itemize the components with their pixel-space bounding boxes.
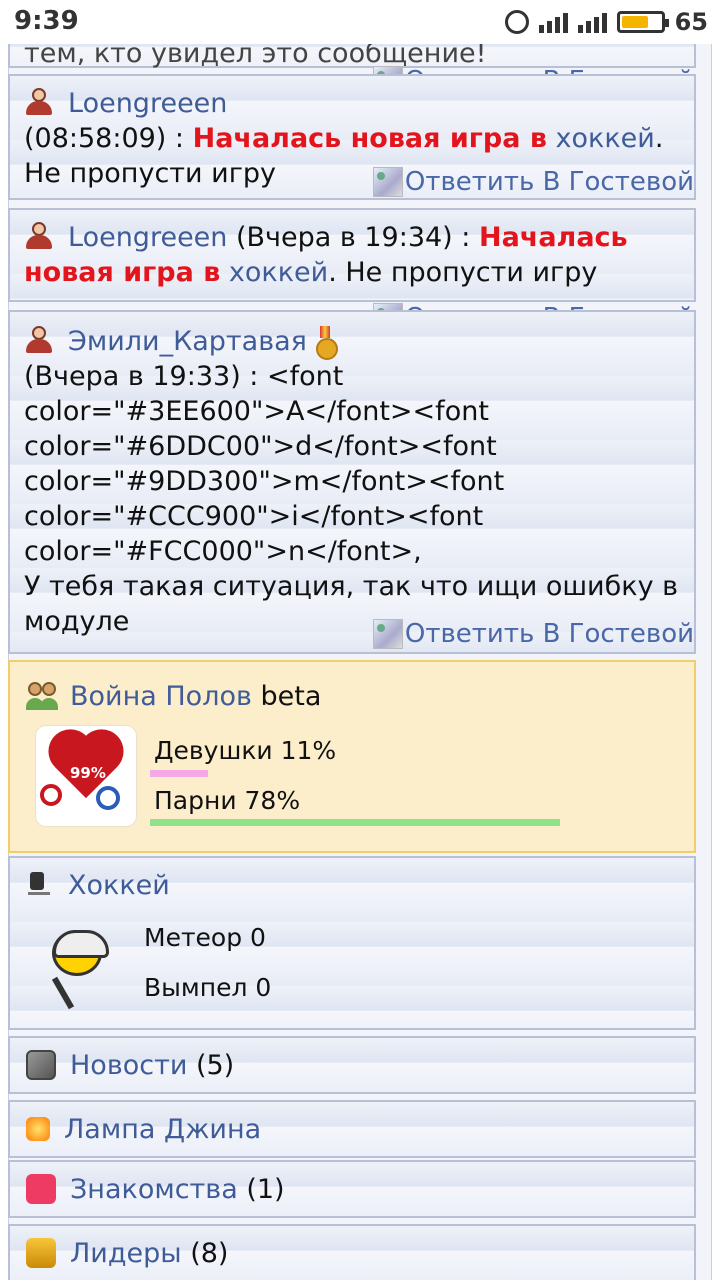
status-icons: 65 xyxy=(504,6,708,38)
post-line: color="#9DD300">m</font><font xyxy=(24,466,505,497)
reply-link[interactable]: Ответить В Гостевой xyxy=(372,619,694,649)
gender-war-title: Война Полов beta xyxy=(26,680,321,712)
group-icon xyxy=(26,680,60,710)
hockey-player-icon xyxy=(30,928,120,1010)
status-time: 9:39 xyxy=(14,6,79,36)
gender-heart-image: 99% xyxy=(36,726,136,826)
menu-item-lamp[interactable]: Лампа Джина xyxy=(8,1100,696,1158)
user-nick-link[interactable]: Loengreeen xyxy=(68,222,227,253)
boys-stat: Парни 78% xyxy=(154,786,301,815)
status-bar: 9:39 65 xyxy=(0,0,720,44)
guestbook-post: Эмили_Картавая (Вчера в 19:33) : <font c… xyxy=(8,310,696,654)
gender-war-panel: Война Полов beta 99% Девушки 11% Парни 7… xyxy=(8,660,696,853)
skate-icon xyxy=(26,870,52,898)
reply-link-label: Ответить В Гостевой xyxy=(404,167,694,197)
user-nick-link[interactable]: Эмили_Картавая xyxy=(68,326,307,357)
alarm-icon xyxy=(504,10,529,34)
team-score: Метеор 0 xyxy=(144,923,266,952)
menu-count: (1) xyxy=(246,1173,285,1205)
signal-icon xyxy=(538,11,568,33)
lamp-icon xyxy=(26,1117,50,1141)
post-line: (Вчера в 19:33) : <font xyxy=(24,361,344,392)
post-red-text: Началась новая игра в xyxy=(192,123,547,154)
battery-level: 65 xyxy=(674,8,708,36)
menu-item-news[interactable]: Новости (5) xyxy=(8,1036,696,1094)
game-link[interactable]: хоккей xyxy=(229,257,328,288)
post-line: color="#FCC000">n</font>, xyxy=(24,536,422,567)
post-line: color="#CCC900">i</font><font xyxy=(24,501,484,532)
broken-image-icon xyxy=(372,167,403,197)
game-link[interactable]: хоккей xyxy=(556,123,655,154)
hockey-title: Хоккей xyxy=(26,868,170,903)
female-symbol-icon xyxy=(40,784,62,806)
hockey-panel: Хоккей Метеор 0 Вымпел 0 xyxy=(8,856,696,1030)
post-line: color="#3EE600">A</font><font xyxy=(24,396,489,427)
user-avatar-icon xyxy=(24,324,54,354)
user-nick-link[interactable]: Loengreeen xyxy=(68,88,227,119)
post-time: (08:58:09) : xyxy=(24,123,193,154)
menu-label[interactable]: Лидеры xyxy=(70,1236,182,1271)
signal-icon-2 xyxy=(577,11,607,33)
menu-label[interactable]: Знакомства xyxy=(70,1172,238,1207)
post-tail: . Не пропусти игру xyxy=(328,257,598,288)
menu-count: (8) xyxy=(190,1237,229,1269)
heart-percent: 99% xyxy=(70,764,106,782)
beta-badge: beta xyxy=(260,681,322,712)
menu-item-dating[interactable]: Знакомства (1) xyxy=(8,1160,696,1218)
user-avatar-icon xyxy=(24,86,54,116)
medal-icon xyxy=(315,326,338,360)
guestbook-post: Loengreeen (Вчера в 19:34) : Началась но… xyxy=(8,208,696,302)
post-line: color="#6DDC00">d</font><font xyxy=(24,431,497,462)
girls-bar xyxy=(150,770,208,777)
reply-link-label: Ответить В Гостевой xyxy=(404,619,694,649)
post-time: (Вчера в 19:34) : xyxy=(227,222,479,253)
heart-icon xyxy=(26,1174,56,1204)
news-icon xyxy=(26,1050,56,1080)
broken-image-icon xyxy=(372,619,403,649)
girls-stat: Девушки 11% xyxy=(154,736,337,765)
battery-icon xyxy=(616,11,669,33)
menu-label[interactable]: Лампа Джина xyxy=(64,1112,261,1147)
reply-link[interactable]: Ответить В Гостевой xyxy=(372,167,694,197)
menu-item-leaders[interactable]: Лидеры (8) xyxy=(8,1224,696,1280)
trophy-icon xyxy=(26,1238,56,1268)
post-line: У тебя такая ситуация, так что ищи ошибк… xyxy=(24,571,679,602)
user-avatar-icon xyxy=(24,220,54,250)
menu-label[interactable]: Новости xyxy=(70,1048,187,1083)
hockey-link[interactable]: Хоккей xyxy=(68,870,170,901)
menu-count: (5) xyxy=(195,1049,235,1081)
male-symbol-icon xyxy=(96,786,120,810)
boys-bar xyxy=(150,819,560,826)
team-score: Вымпел 0 xyxy=(144,973,272,1002)
gender-war-link[interactable]: Война Полов xyxy=(70,681,252,712)
